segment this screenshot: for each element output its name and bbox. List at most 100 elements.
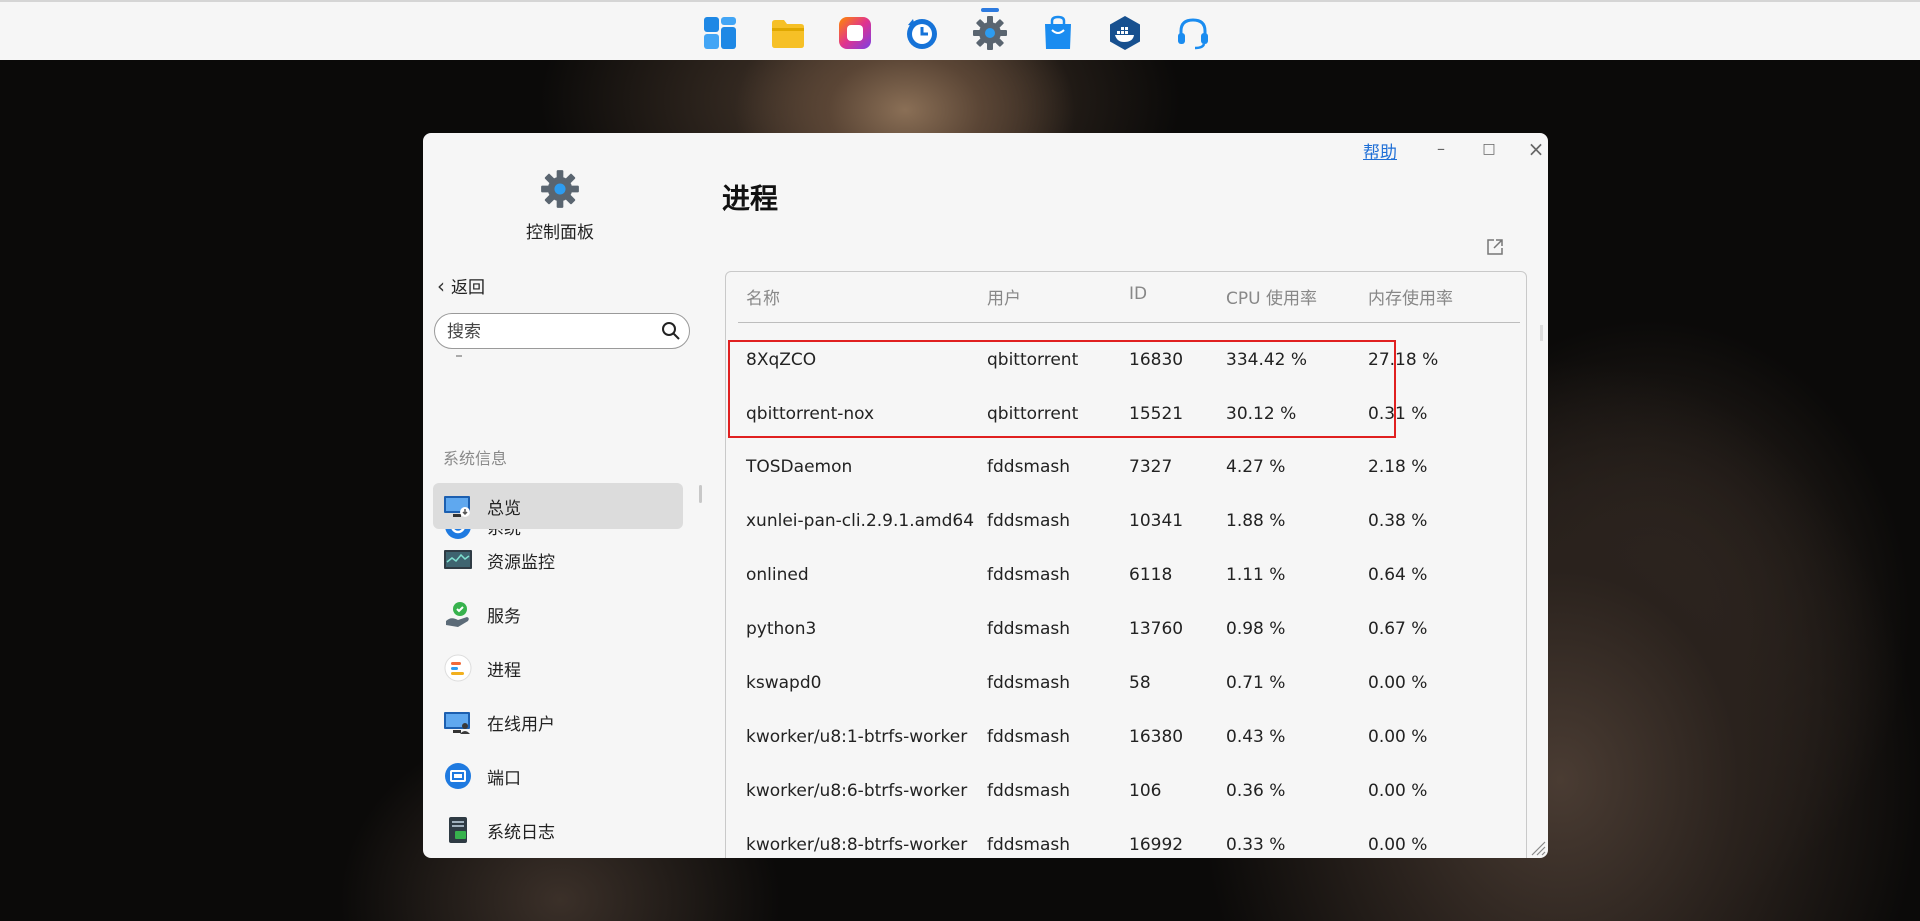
- process-name: kworker/u8:8-btrfs-worker: [746, 835, 968, 855]
- process-name: onlined: [746, 565, 809, 585]
- process-id: 16992: [1129, 835, 1184, 855]
- process-id: 16380: [1129, 727, 1184, 747]
- sidebar-item-online-users[interactable]: 在线用户: [433, 699, 683, 745]
- process-user: fddsmash: [987, 781, 1071, 801]
- process-memory: 0.00 %: [1368, 673, 1428, 693]
- sidebar-item-label: 进程: [487, 660, 521, 681]
- photos-icon[interactable]: [837, 15, 873, 51]
- process-name: xunlei-pan-cli.2.9.1.amd64: [746, 511, 975, 531]
- chevron-left-icon: ‹: [437, 273, 445, 298]
- port-icon: [443, 761, 473, 791]
- column-header-memory[interactable]: 内存使用率: [1368, 284, 1453, 309]
- minimize-button[interactable]: –: [1429, 137, 1453, 161]
- control-panel-gear-icon: [541, 170, 579, 208]
- process-cpu: 1.11 %: [1226, 565, 1286, 585]
- sidebar-scrollbar[interactable]: [699, 485, 702, 503]
- table-row[interactable]: python3 fddsmash 13760 0.98 % 0.67 %: [726, 603, 1526, 657]
- section-label: 系统信息: [443, 449, 508, 468]
- table-row[interactable]: kworker/u8:8-btrfs-worker fddsmash 16992…: [726, 819, 1526, 858]
- search-icon[interactable]: [661, 321, 681, 341]
- search-input[interactable]: [445, 320, 649, 344]
- process-cpu: 0.43 %: [1226, 727, 1286, 747]
- app-title: 控制面板: [526, 223, 594, 243]
- process-id: 6118: [1129, 565, 1173, 585]
- help-link[interactable]: 帮助: [1363, 138, 1397, 163]
- active-app-indicator: [981, 8, 999, 12]
- sidebar-item-label: 端口: [487, 768, 521, 789]
- resource-monitor-icon: [443, 545, 473, 575]
- online-users-icon: [443, 707, 473, 737]
- divider: [456, 355, 462, 357]
- folder-icon[interactable]: [770, 15, 806, 51]
- process-cpu: 4.27 %: [1226, 457, 1286, 477]
- process-user: fddsmash: [987, 457, 1071, 477]
- header-divider: [738, 322, 1520, 323]
- process-cpu: 0.33 %: [1226, 835, 1286, 855]
- app-store-bag-icon[interactable]: [1040, 15, 1076, 51]
- back-button[interactable]: ‹ 返回: [437, 273, 485, 299]
- process-name: kworker/u8:1-btrfs-worker: [746, 727, 968, 747]
- process-cpu: 1.88 %: [1226, 511, 1286, 531]
- column-header-id[interactable]: ID: [1129, 284, 1147, 304]
- sidebar-item-system-log[interactable]: 系统日志: [433, 807, 683, 853]
- sidebar-item-label: 系统日志: [487, 822, 555, 843]
- resize-grip-icon[interactable]: [1528, 838, 1546, 856]
- export-icon[interactable]: [1485, 237, 1505, 257]
- settings-gear-icon[interactable]: [972, 15, 1008, 51]
- docker-icon[interactable]: [1107, 15, 1143, 51]
- process-user: fddsmash: [987, 565, 1071, 585]
- panel-scrollbar[interactable]: [1540, 325, 1543, 341]
- table-row[interactable]: onlined fddsmash 6118 1.11 % 0.64 %: [726, 549, 1526, 603]
- process-id: 7327: [1129, 457, 1173, 477]
- column-header-cpu[interactable]: CPU 使用率: [1226, 284, 1317, 309]
- process-list-icon: [443, 653, 473, 683]
- column-header-user[interactable]: 用户: [987, 284, 1021, 309]
- table-row[interactable]: kworker/u8:6-btrfs-worker fddsmash 106 0…: [726, 765, 1526, 819]
- table-row[interactable]: kworker/u8:1-btrfs-worker fddsmash 16380…: [726, 711, 1526, 765]
- process-memory: 0.67 %: [1368, 619, 1428, 639]
- process-id: 10341: [1129, 511, 1184, 531]
- sidebar-item-resource-monitor[interactable]: 资源监控: [433, 537, 683, 583]
- process-name: TOSDaemon: [746, 457, 853, 477]
- sidebar-item-ports[interactable]: 端口: [433, 753, 683, 799]
- sidebar-item-processes[interactable]: 进程: [433, 645, 683, 691]
- taskbar: [0, 0, 1920, 60]
- sidebar-item-label: 总览: [487, 498, 521, 519]
- support-headset-icon[interactable]: [1175, 15, 1211, 51]
- process-id: 106: [1129, 781, 1162, 801]
- table-row[interactable]: TOSDaemon fddsmash 7327 4.27 % 2.18 %: [726, 441, 1526, 495]
- sidebar-item-label: 在线用户: [487, 714, 555, 735]
- column-header-name[interactable]: 名称: [746, 284, 780, 309]
- sidebar-item-services[interactable]: 服务: [433, 591, 683, 637]
- sidebar-item-label: 资源监控: [487, 552, 555, 573]
- process-memory: 0.00 %: [1368, 835, 1428, 855]
- monitor-overview-icon: [443, 491, 473, 521]
- process-memory: 2.18 %: [1368, 457, 1428, 477]
- sidebar-item-overview[interactable]: 总览: [433, 483, 683, 529]
- process-name: python3: [746, 619, 817, 639]
- page-title: 进程: [722, 182, 779, 215]
- table-header: 名称 用户 ID CPU 使用率 内存使用率: [726, 272, 1526, 324]
- table-row[interactable]: xunlei-pan-cli.2.9.1.amd64 fddsmash 1034…: [726, 495, 1526, 549]
- sidebar-item-label: 服务: [487, 606, 521, 627]
- table-row[interactable]: kswapd0 fddsmash 58 0.71 % 0.00 %: [726, 657, 1526, 711]
- process-cpu: 0.98 %: [1226, 619, 1286, 639]
- close-button[interactable]: ×: [1524, 137, 1548, 161]
- maximize-button[interactable]: □: [1477, 137, 1501, 161]
- process-user: fddsmash: [987, 727, 1071, 747]
- back-label: 返回: [451, 278, 485, 298]
- backup-clock-icon[interactable]: [904, 15, 940, 51]
- process-id: 13760: [1129, 619, 1184, 639]
- control-panel-window: 帮助 – □ × 控制面板 ‹ 返回 搜索 系统信息 总览 资源监控 服务 进程…: [423, 133, 1548, 858]
- process-id: 58: [1129, 673, 1151, 693]
- process-cpu: 0.36 %: [1226, 781, 1286, 801]
- process-memory: 0.38 %: [1368, 511, 1428, 531]
- search-box: [434, 313, 690, 349]
- process-user: fddsmash: [987, 673, 1071, 693]
- process-cpu: 0.71 %: [1226, 673, 1286, 693]
- process-name: kworker/u8:6-btrfs-worker: [746, 781, 968, 801]
- system-log-icon: [443, 815, 473, 845]
- file-manager-tiles-icon[interactable]: [702, 15, 738, 51]
- process-memory: 0.64 %: [1368, 565, 1428, 585]
- services-check-icon: [443, 599, 473, 629]
